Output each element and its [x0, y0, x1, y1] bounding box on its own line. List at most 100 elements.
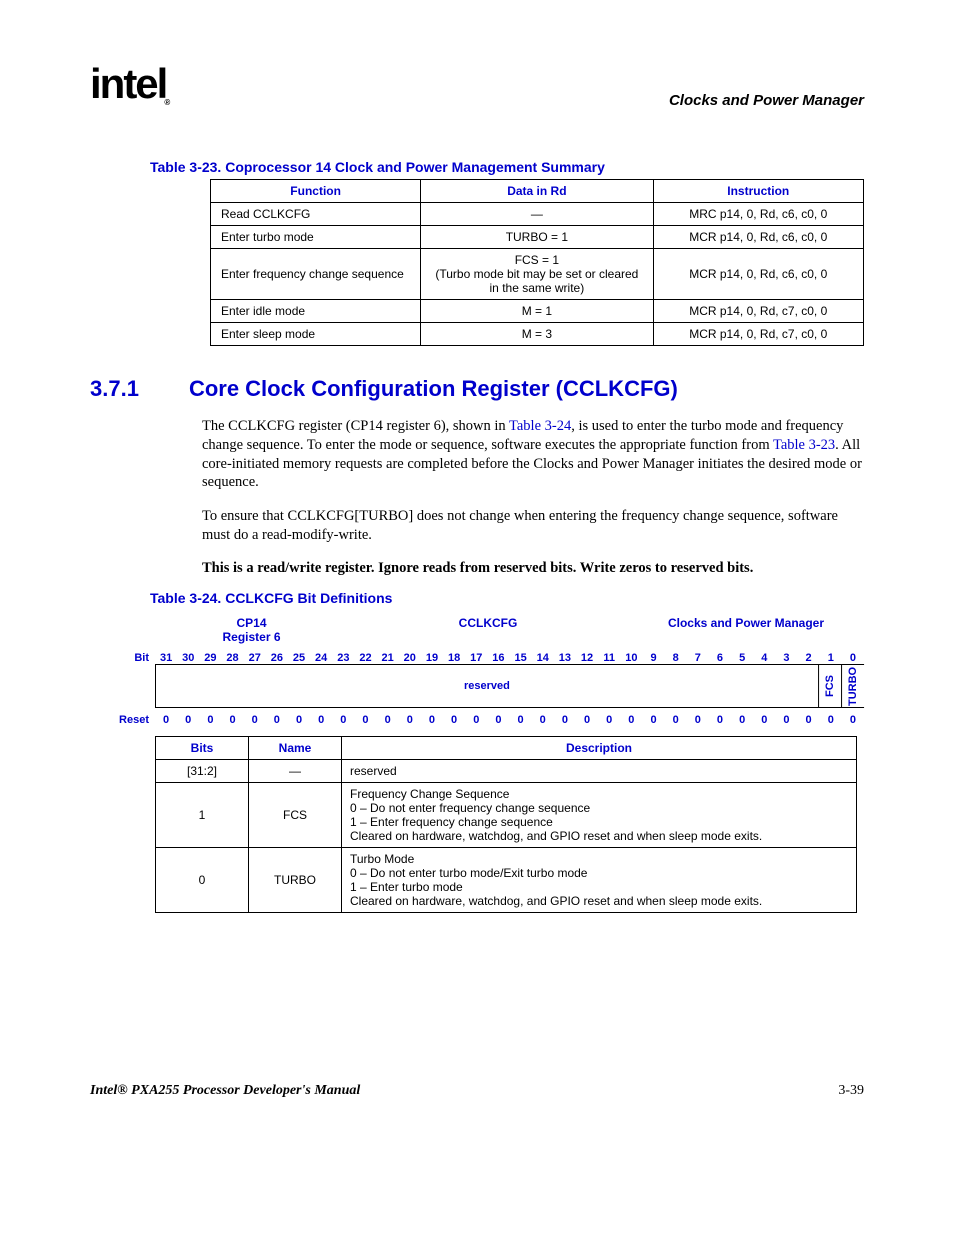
page-header: intel® Clocks and Power Manager: [90, 60, 864, 109]
bit-definition-table: Bits Name Description [31:2]—reserved 1F…: [155, 736, 857, 913]
bit-number: 17: [465, 652, 487, 664]
table-row: Read CCLKCFG—MRC p14, 0, Rd, c6, c0, 0: [211, 203, 864, 226]
reset-value: 0: [820, 714, 842, 726]
th-instruction: Instruction: [653, 180, 863, 203]
bit-number: 9: [642, 652, 664, 664]
reset-value: 0: [620, 714, 642, 726]
bit-number: 28: [221, 652, 243, 664]
bit-number: 18: [443, 652, 465, 664]
th-data-in-rd: Data in Rd: [421, 180, 653, 203]
bit-number: 11: [598, 652, 620, 664]
field-reserved: reserved: [155, 664, 818, 708]
bit-number: 14: [532, 652, 554, 664]
bit-number: 0: [842, 652, 864, 664]
reset-row: Reset 00000000000000000000000000000000: [90, 714, 864, 726]
paragraph: To ensure that CCLKCFG[TURBO] does not c…: [202, 507, 864, 545]
bit-number: 19: [421, 652, 443, 664]
reset-value: 0: [642, 714, 664, 726]
reset-value: 0: [399, 714, 421, 726]
reset-value: 0: [487, 714, 509, 726]
section-title: Core Clock Configuration Register (CCLKC…: [189, 376, 678, 402]
bit-number: 3: [775, 652, 797, 664]
th-name: Name: [249, 736, 342, 759]
intel-logo: intel®: [90, 60, 170, 109]
table-3-23-caption: Table 3-23. Coprocessor 14 Clock and Pow…: [150, 159, 864, 175]
reset-value: 0: [244, 714, 266, 726]
table-row: Enter sleep modeM = 3MCR p14, 0, Rd, c7,…: [211, 323, 864, 346]
table-row: Enter frequency change sequenceFCS = 1 (…: [211, 249, 864, 300]
bit-field-row: reserved FCS TURBO: [155, 664, 864, 708]
table-3-23: Function Data in Rd Instruction Read CCL…: [210, 179, 864, 346]
table-row: Enter turbo modeTURBO = 1MCR p14, 0, Rd,…: [211, 226, 864, 249]
page-number: 3-39: [838, 1083, 864, 1099]
reset-value: 0: [753, 714, 775, 726]
chapter-title: Clocks and Power Manager: [669, 92, 864, 109]
reset-value: 0: [554, 714, 576, 726]
field-fcs: FCS: [818, 664, 841, 708]
reset-value: 0: [465, 714, 487, 726]
reset-value: 0: [310, 714, 332, 726]
bit-number: 26: [266, 652, 288, 664]
xref-table-3-23[interactable]: Table 3-23: [773, 437, 835, 453]
bit-number: 21: [377, 652, 399, 664]
reset-value: 0: [221, 714, 243, 726]
field-turbo: TURBO: [841, 664, 864, 708]
reset-value: 0: [177, 714, 199, 726]
bit-number: 2: [798, 652, 820, 664]
reset-value: 0: [842, 714, 864, 726]
reset-value: 0: [354, 714, 376, 726]
th-bits: Bits: [156, 736, 249, 759]
reset-value: 0: [665, 714, 687, 726]
bit-number: 27: [244, 652, 266, 664]
footer-title: Intel® PXA255 Processor Developer's Manu…: [90, 1083, 360, 1099]
bit-number: 10: [620, 652, 642, 664]
reset-value: 0: [510, 714, 532, 726]
bit-number: 23: [332, 652, 354, 664]
paragraph: The CCLKCFG register (CP14 register 6), …: [202, 417, 864, 492]
bit-number: 12: [576, 652, 598, 664]
reset-value: 0: [687, 714, 709, 726]
paragraph-note: This is a read/write register. Ignore re…: [202, 559, 864, 578]
xref-table-3-24[interactable]: Table 3-24: [509, 418, 571, 434]
bit-number-row: Bit 313029282726252423222120191817161514…: [90, 652, 864, 664]
bitdef-meta-row: CP14 Register 6 CCLKCFG Clocks and Power…: [155, 616, 864, 644]
bit-number: 6: [709, 652, 731, 664]
reset-value: 0: [443, 714, 465, 726]
bit-number: 8: [665, 652, 687, 664]
reset-value: 0: [775, 714, 797, 726]
bit-number: 4: [753, 652, 775, 664]
bit-number: 1: [820, 652, 842, 664]
bit-number: 30: [177, 652, 199, 664]
meta-register: CP14 Register 6: [155, 616, 348, 644]
bit-number: 20: [399, 652, 421, 664]
table-row: 1FCSFrequency Change Sequence 0 – Do not…: [156, 782, 857, 847]
reset-value: 0: [709, 714, 731, 726]
bit-number: 24: [310, 652, 332, 664]
table-row: [31:2]—reserved: [156, 759, 857, 782]
table-row: 0TURBOTurbo Mode 0 – Do not enter turbo …: [156, 847, 857, 912]
meta-module: Clocks and Power Manager: [628, 616, 864, 644]
bit-number: 16: [487, 652, 509, 664]
reset-value: 0: [576, 714, 598, 726]
reset-value: 0: [421, 714, 443, 726]
bit-number: 5: [731, 652, 753, 664]
reset-value: 0: [731, 714, 753, 726]
bit-number: 29: [199, 652, 221, 664]
reset-value: 0: [199, 714, 221, 726]
section-heading: 3.7.1 Core Clock Configuration Register …: [90, 376, 864, 402]
section-number: 3.7.1: [90, 376, 139, 402]
reset-value: 0: [288, 714, 310, 726]
reset-value: 0: [377, 714, 399, 726]
reset-label: Reset: [90, 714, 155, 726]
meta-name: CCLKCFG: [348, 616, 628, 644]
bit-label: Bit: [90, 652, 155, 664]
reset-value: 0: [266, 714, 288, 726]
table-3-24-caption: Table 3-24. CCLKCFG Bit Definitions: [150, 590, 864, 606]
reset-value: 0: [598, 714, 620, 726]
page-footer: Intel® PXA255 Processor Developer's Manu…: [90, 1083, 864, 1099]
th-description: Description: [342, 736, 857, 759]
bit-number: 25: [288, 652, 310, 664]
table-row: Enter idle modeM = 1MCR p14, 0, Rd, c7, …: [211, 300, 864, 323]
bit-number: 15: [510, 652, 532, 664]
reset-value: 0: [798, 714, 820, 726]
